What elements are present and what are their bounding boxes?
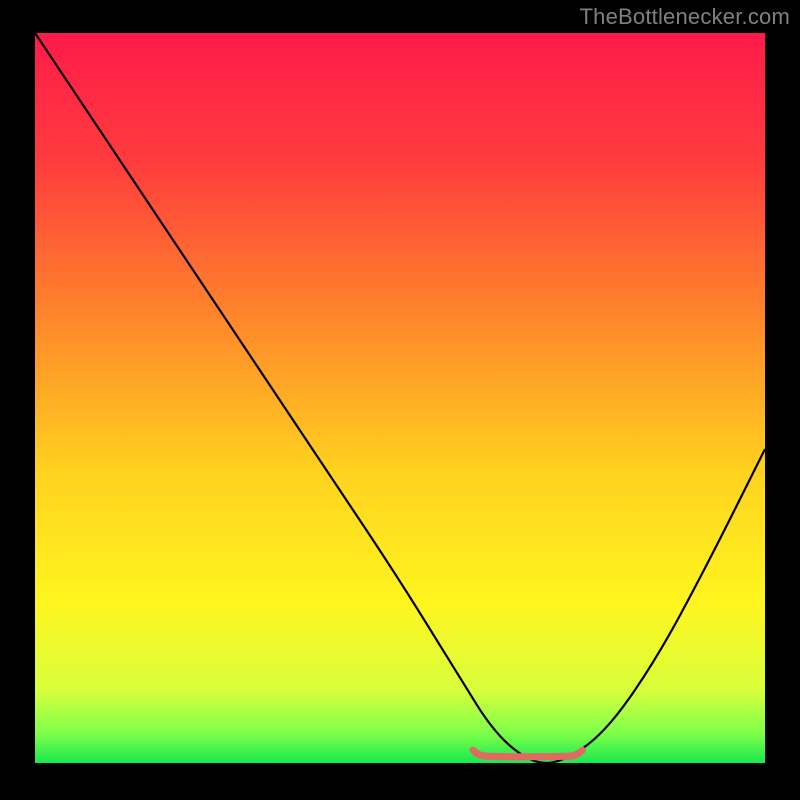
bottleneck-chart [0, 0, 800, 800]
chart-frame: TheBottlenecker.com [0, 0, 800, 800]
plot-background [35, 33, 765, 763]
